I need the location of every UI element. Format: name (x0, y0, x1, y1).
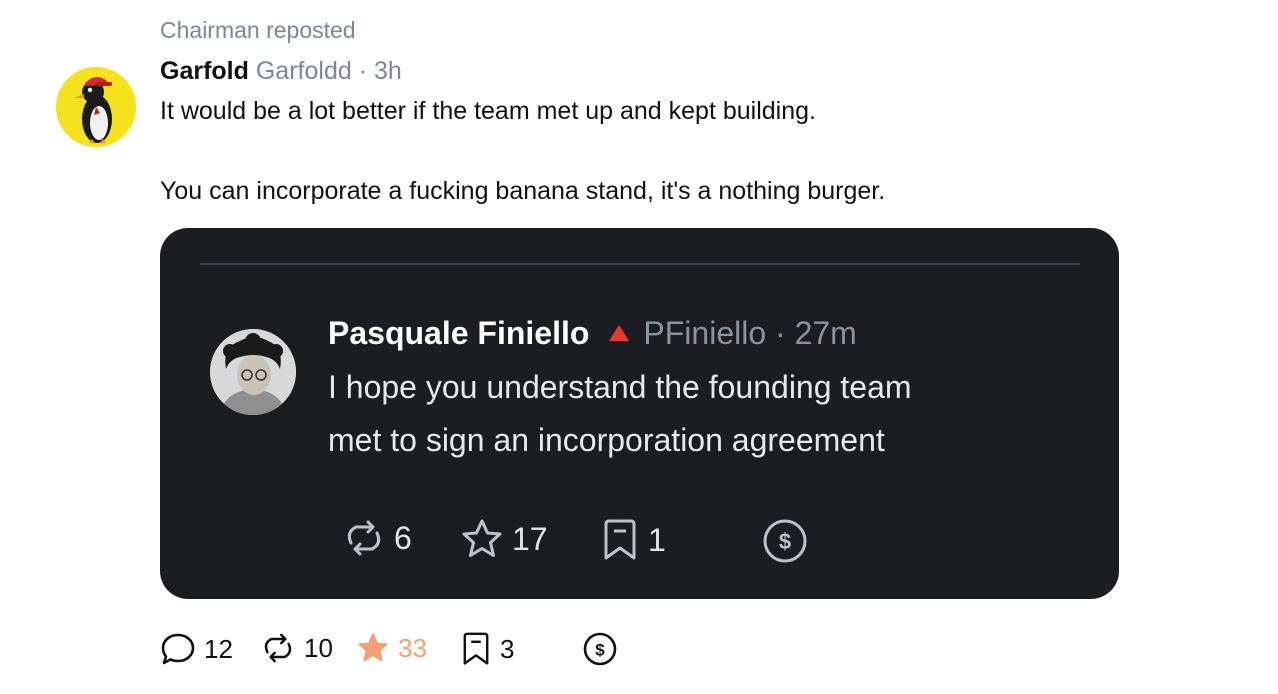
author-avatar[interactable] (56, 67, 136, 147)
repost-button[interactable]: 10 (260, 631, 333, 665)
post-text-line: You can incorporate a fucking banana sta… (160, 177, 886, 205)
bookmark-icon (604, 519, 636, 560)
embed-tip-action: $ (762, 518, 808, 564)
embed-star-count: 17 (512, 520, 548, 557)
embed-author-avatar (210, 329, 296, 415)
embed-header: Pasquale Finiello PFiniello · 27m (328, 315, 857, 352)
embed-star-action: 17 (460, 518, 548, 560)
star-icon (358, 633, 388, 662)
post-text-line: It would be a lot better if the team met… (160, 97, 816, 125)
embed-time: 27m (794, 315, 857, 351)
dollar-coin-icon: $ (583, 632, 617, 666)
bookmark-icon (463, 632, 489, 665)
embed-author-name: Pasquale Finiello (328, 315, 590, 351)
penguin-avatar-icon (56, 67, 136, 147)
embed-bookmark-action: 1 (600, 518, 666, 562)
embed-repost-count: 6 (394, 519, 412, 556)
person-avatar-icon (210, 329, 296, 415)
star-button[interactable]: 33 (356, 631, 427, 665)
header-separator: · (358, 57, 368, 85)
reply-count: 12 (204, 633, 233, 664)
svg-text:$: $ (779, 529, 791, 554)
author-handle[interactable]: Garfoldd (256, 57, 352, 85)
post-time[interactable]: 3h (374, 57, 402, 85)
star-count: 33 (398, 632, 427, 663)
repost-count: 10 (304, 632, 333, 663)
repost-label: Chairman reposted (160, 17, 356, 43)
repost-icon (264, 633, 292, 663)
speech-bubble-icon (161, 633, 195, 665)
embed-text-line: I hope you understand the founding team (328, 369, 912, 405)
embed-repost-action: 6 (342, 518, 412, 558)
star-icon (462, 519, 502, 557)
embed-bookmark-count: 1 (648, 521, 666, 558)
embed-separator: · (775, 315, 786, 351)
embedded-post-image[interactable]: Pasquale Finiello PFiniello · 27m I hope … (160, 228, 1119, 599)
dollar-coin-icon: $ (763, 519, 807, 563)
post-header: Garfold Garfoldd · 3h (160, 57, 402, 86)
svg-text:$: $ (595, 641, 605, 660)
reply-button[interactable]: 12 (160, 631, 233, 667)
bookmark-button[interactable]: 3 (460, 631, 514, 667)
embed-text-line: met to sign an incorporation agreement (328, 422, 885, 458)
author-name[interactable]: Garfold (160, 57, 249, 85)
tip-button[interactable]: $ (582, 631, 618, 667)
bookmark-count: 3 (500, 633, 515, 664)
red-triangle-icon (609, 324, 630, 341)
divider (200, 263, 1080, 265)
repost-icon (347, 520, 381, 556)
embed-author-handle: PFiniello (643, 315, 767, 351)
